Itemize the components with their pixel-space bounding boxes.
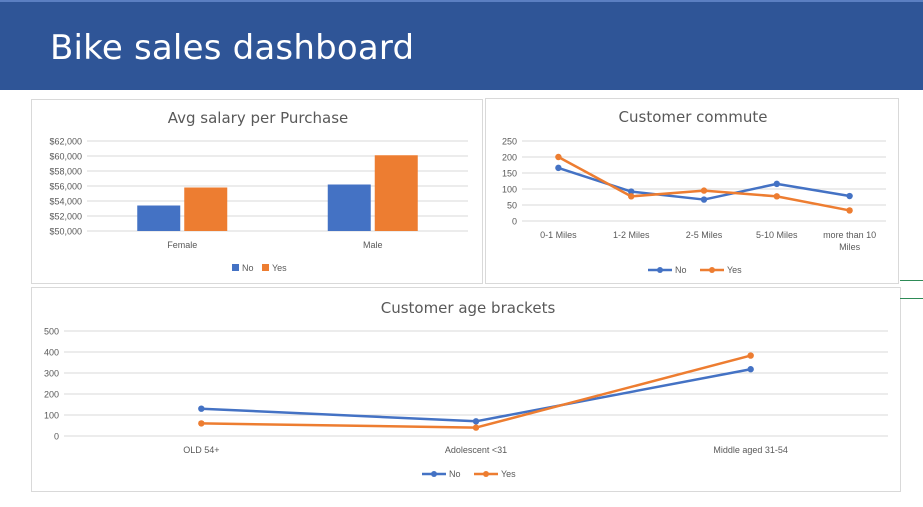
legend-marker-yes — [483, 471, 489, 477]
y-tick-label: $58,000 — [49, 167, 82, 177]
data-point-yes — [198, 420, 205, 427]
y-tick-label: $50,000 — [49, 227, 82, 237]
y-tick-label: 200 — [44, 390, 59, 400]
x-tick-label: Female — [167, 240, 197, 250]
y-tick-label: 0 — [512, 217, 517, 227]
legend-label: Yes — [272, 263, 287, 273]
legend-label: No — [675, 265, 687, 275]
dashboard-banner: Bike sales dashboard — [0, 0, 923, 90]
divider-line — [900, 298, 923, 299]
data-point-yes — [700, 187, 708, 194]
x-tick-label: 1-2 Miles — [613, 230, 650, 240]
bar-no — [327, 184, 371, 231]
y-tick-label: $54,000 — [49, 197, 82, 207]
legend-swatch-no — [232, 264, 239, 271]
data-point-no — [700, 196, 708, 203]
data-point-yes — [747, 352, 754, 359]
legend-label: No — [449, 469, 461, 479]
salary-bar-chart: Avg salary per Purchase $50,000 $52,000 $54… — [49, 109, 468, 273]
y-tick-label: $62,000 — [49, 137, 82, 147]
data-point-no — [747, 366, 754, 373]
x-tick-label: 5-10 Miles — [756, 230, 798, 240]
y-tick-label: 100 — [44, 411, 59, 421]
commute-line-chart: Customer commute 0 50 100 150 200 250 0-1 Miles… — [502, 108, 886, 275]
salary-chart-panel: Avg salary per Purchase $50,000 $52,000 $54… — [31, 99, 483, 284]
age-line-chart: Customer age brackets 0 100 200 300 400 500 OLD… — [44, 299, 888, 479]
y-tick-label: 0 — [54, 432, 59, 442]
legend-swatch-yes — [262, 264, 269, 271]
y-tick-label: 400 — [44, 348, 59, 358]
x-tick-label: Middle aged 31-54 — [713, 445, 788, 455]
data-point-no — [846, 192, 853, 200]
legend-label: Yes — [727, 265, 742, 275]
data-point-no — [773, 180, 780, 188]
age-chart-panel: Customer age brackets 0 100 200 300 400 500 OLD… — [31, 287, 901, 492]
x-tick-label: 0-1 Miles — [540, 230, 577, 240]
chart-title: Customer commute — [619, 108, 768, 126]
page-title: Bike sales dashboard — [50, 28, 415, 68]
y-tick-label: $60,000 — [49, 152, 82, 162]
data-point-yes — [555, 153, 562, 161]
legend-label: Yes — [501, 469, 516, 479]
data-point-yes — [472, 424, 480, 431]
chart-title: Customer age brackets — [381, 299, 556, 317]
legend-marker-yes — [709, 267, 715, 273]
chart-title: Avg salary per Purchase — [168, 109, 349, 127]
y-tick-label: 250 — [502, 137, 517, 147]
legend-marker-no — [657, 267, 663, 273]
data-point-yes — [846, 207, 853, 214]
x-tick-label: OLD 54+ — [183, 445, 219, 455]
x-tick-label: Miles — [839, 242, 861, 252]
y-tick-label: 50 — [507, 201, 517, 211]
data-point-yes — [773, 193, 780, 200]
y-tick-label: 300 — [44, 369, 59, 379]
x-tick-label: Adolescent <31 — [445, 445, 507, 455]
data-point-yes — [628, 193, 635, 200]
y-tick-label: 150 — [502, 169, 517, 179]
commute-chart-panel: Customer commute 0 50 100 150 200 250 0-1 Miles… — [485, 98, 899, 284]
divider-line — [900, 280, 923, 281]
data-point-no — [555, 164, 562, 172]
bar-yes — [184, 187, 228, 231]
series-line-yes — [201, 354, 751, 429]
y-tick-label: $56,000 — [49, 182, 82, 192]
data-point-no — [472, 418, 480, 425]
legend-label: No — [242, 263, 254, 273]
legend-marker-no — [431, 471, 437, 477]
bar-yes — [374, 155, 418, 231]
y-tick-label: 500 — [44, 327, 59, 337]
y-tick-label: 200 — [502, 153, 517, 163]
y-tick-label: $52,000 — [49, 212, 82, 222]
x-tick-label: 2-5 Miles — [686, 230, 723, 240]
bar-no — [137, 205, 181, 231]
x-tick-label: Male — [363, 240, 383, 250]
data-point-no — [198, 405, 205, 412]
y-tick-label: 100 — [502, 185, 517, 195]
x-tick-label: more than 10 — [823, 230, 876, 240]
